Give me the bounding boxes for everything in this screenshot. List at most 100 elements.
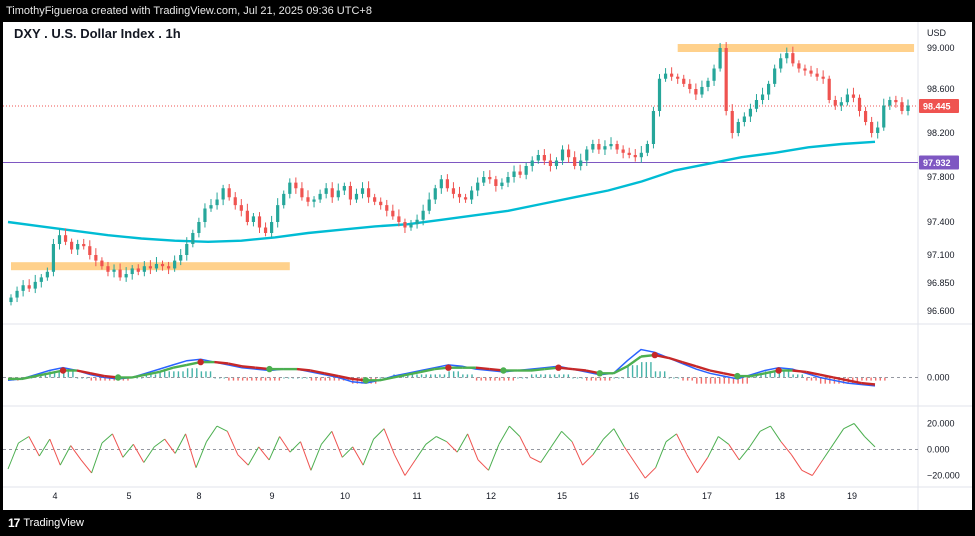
- osc-histogram-bar: [558, 374, 560, 378]
- osc2-line-segment: [18, 436, 30, 444]
- candle-body: [694, 89, 698, 95]
- osc-histogram-bar: [705, 377, 707, 384]
- candle-body: [433, 188, 437, 200]
- osc2-line-segment: [644, 467, 656, 479]
- osc-trough-dot: [500, 367, 507, 374]
- osc2-line-segment: [268, 436, 281, 461]
- candle-body: [476, 182, 480, 191]
- osc2-line-segment: [195, 441, 207, 468]
- osc-histogram-bar: [90, 377, 92, 381]
- candle-body: [397, 216, 401, 222]
- osc-histogram-bar: [306, 377, 308, 379]
- osc-slow-line-segment: [214, 360, 229, 365]
- osc-histogram-bar: [641, 362, 643, 378]
- candle-body: [239, 205, 243, 211]
- osc2-line-segment: [550, 431, 563, 448]
- candle-body: [191, 233, 195, 244]
- osc2-line-segment: [237, 454, 249, 466]
- osc2-line-segment: [603, 428, 615, 440]
- osc-histogram-bar: [448, 371, 450, 378]
- candle-body: [124, 274, 128, 278]
- tradingview-logo[interactable]: 17 TradingView: [8, 516, 84, 530]
- time-axis-label: 11: [412, 491, 421, 501]
- chart-area[interactable]: USD 96.600 96.850 97.100 97.400 97.800 98.200 9…: [3, 22, 972, 510]
- osc-histogram-bar: [67, 371, 70, 378]
- osc-trough-dot: [596, 370, 603, 377]
- osc-histogram-bar: [379, 377, 381, 379]
- osc-histogram-bar: [663, 371, 666, 378]
- candle-body: [712, 68, 716, 81]
- candle-body: [682, 78, 686, 84]
- candle-body: [288, 182, 292, 194]
- candle-body: [330, 188, 334, 198]
- osc-histogram-bar: [691, 377, 693, 381]
- osc2-line-segment: [530, 456, 541, 463]
- osc-histogram-bar: [457, 371, 459, 378]
- osc2-tick-label: −20.000: [927, 471, 960, 481]
- osc-histogram-bar: [829, 377, 831, 384]
- osc-histogram-bar: [452, 371, 455, 378]
- osc-histogram-bar: [462, 374, 464, 378]
- osc-trough-dot: [362, 377, 370, 384]
- candle-body: [803, 68, 807, 71]
- osc2-line-segment: [665, 433, 677, 443]
- osc-histogram-bar: [645, 362, 648, 378]
- candle-body: [366, 188, 371, 198]
- candle-body: [300, 188, 304, 198]
- osc-histogram-bar: [613, 377, 615, 379]
- osc2-line-segment: [822, 444, 834, 461]
- price-chart-svg[interactable]: USD 96.600 96.850 97.100 97.400 97.800 98.200 9…: [3, 22, 972, 510]
- candle-body: [863, 111, 868, 122]
- osc2-tick-label: 0.000: [927, 445, 950, 455]
- time-axis-label: 18: [775, 491, 785, 501]
- osc2-line-segment: [28, 436, 40, 457]
- candle-body: [894, 100, 898, 103]
- osc-peak-dot: [651, 351, 659, 359]
- time-axis-label: 9: [269, 491, 274, 501]
- tradingview-brand: TradingView: [23, 517, 84, 529]
- candle-body: [851, 94, 856, 98]
- osc-histogram-bar: [728, 377, 730, 384]
- candle-body: [797, 63, 801, 69]
- candle-body: [373, 197, 377, 202]
- osc-histogram-bar: [168, 371, 170, 378]
- osc-histogram-bar: [182, 371, 184, 378]
- candle-body: [15, 290, 19, 298]
- candle-body: [112, 269, 116, 272]
- price-tick-label: 98.200: [927, 128, 955, 138]
- candle-body: [627, 152, 631, 155]
- osc2-line-segment: [498, 425, 510, 445]
- osc-histogram-bar: [420, 374, 423, 378]
- candle-body: [88, 246, 92, 255]
- candle-body: [566, 149, 571, 158]
- candle-body: [179, 255, 183, 261]
- candle-body: [615, 144, 619, 150]
- osc-histogram-bar: [200, 371, 203, 378]
- osc-histogram-bar: [631, 365, 634, 378]
- osc2-line-segment: [112, 433, 124, 458]
- osc2-line-segment: [801, 469, 813, 476]
- candle-body: [136, 268, 140, 272]
- candle-body: [100, 260, 104, 267]
- time-axis-label: 19: [847, 491, 857, 501]
- osc2-line-segment: [320, 430, 333, 445]
- candle-body: [276, 205, 280, 222]
- candle-body: [470, 190, 474, 200]
- footer-bar: 17 TradingView: [0, 510, 975, 536]
- osc-histogram-bar: [205, 371, 207, 378]
- osc-histogram-bar: [72, 371, 74, 378]
- candle-body: [779, 58, 783, 69]
- osc2-line-segment: [770, 425, 782, 442]
- osc2-line-segment: [174, 433, 187, 454]
- candle-body: [463, 197, 468, 200]
- candle-body: [270, 222, 274, 233]
- candle-body: [585, 149, 589, 161]
- osc2-line-segment: [310, 444, 322, 471]
- candle-body: [348, 186, 353, 200]
- osc2-line-segment: [864, 436, 876, 448]
- price-tick-label: 97.400: [927, 217, 955, 227]
- osc-histogram-bar: [173, 371, 175, 378]
- osc2-line-segment: [373, 428, 385, 440]
- candle-body: [706, 80, 710, 87]
- candle-body: [518, 171, 522, 175]
